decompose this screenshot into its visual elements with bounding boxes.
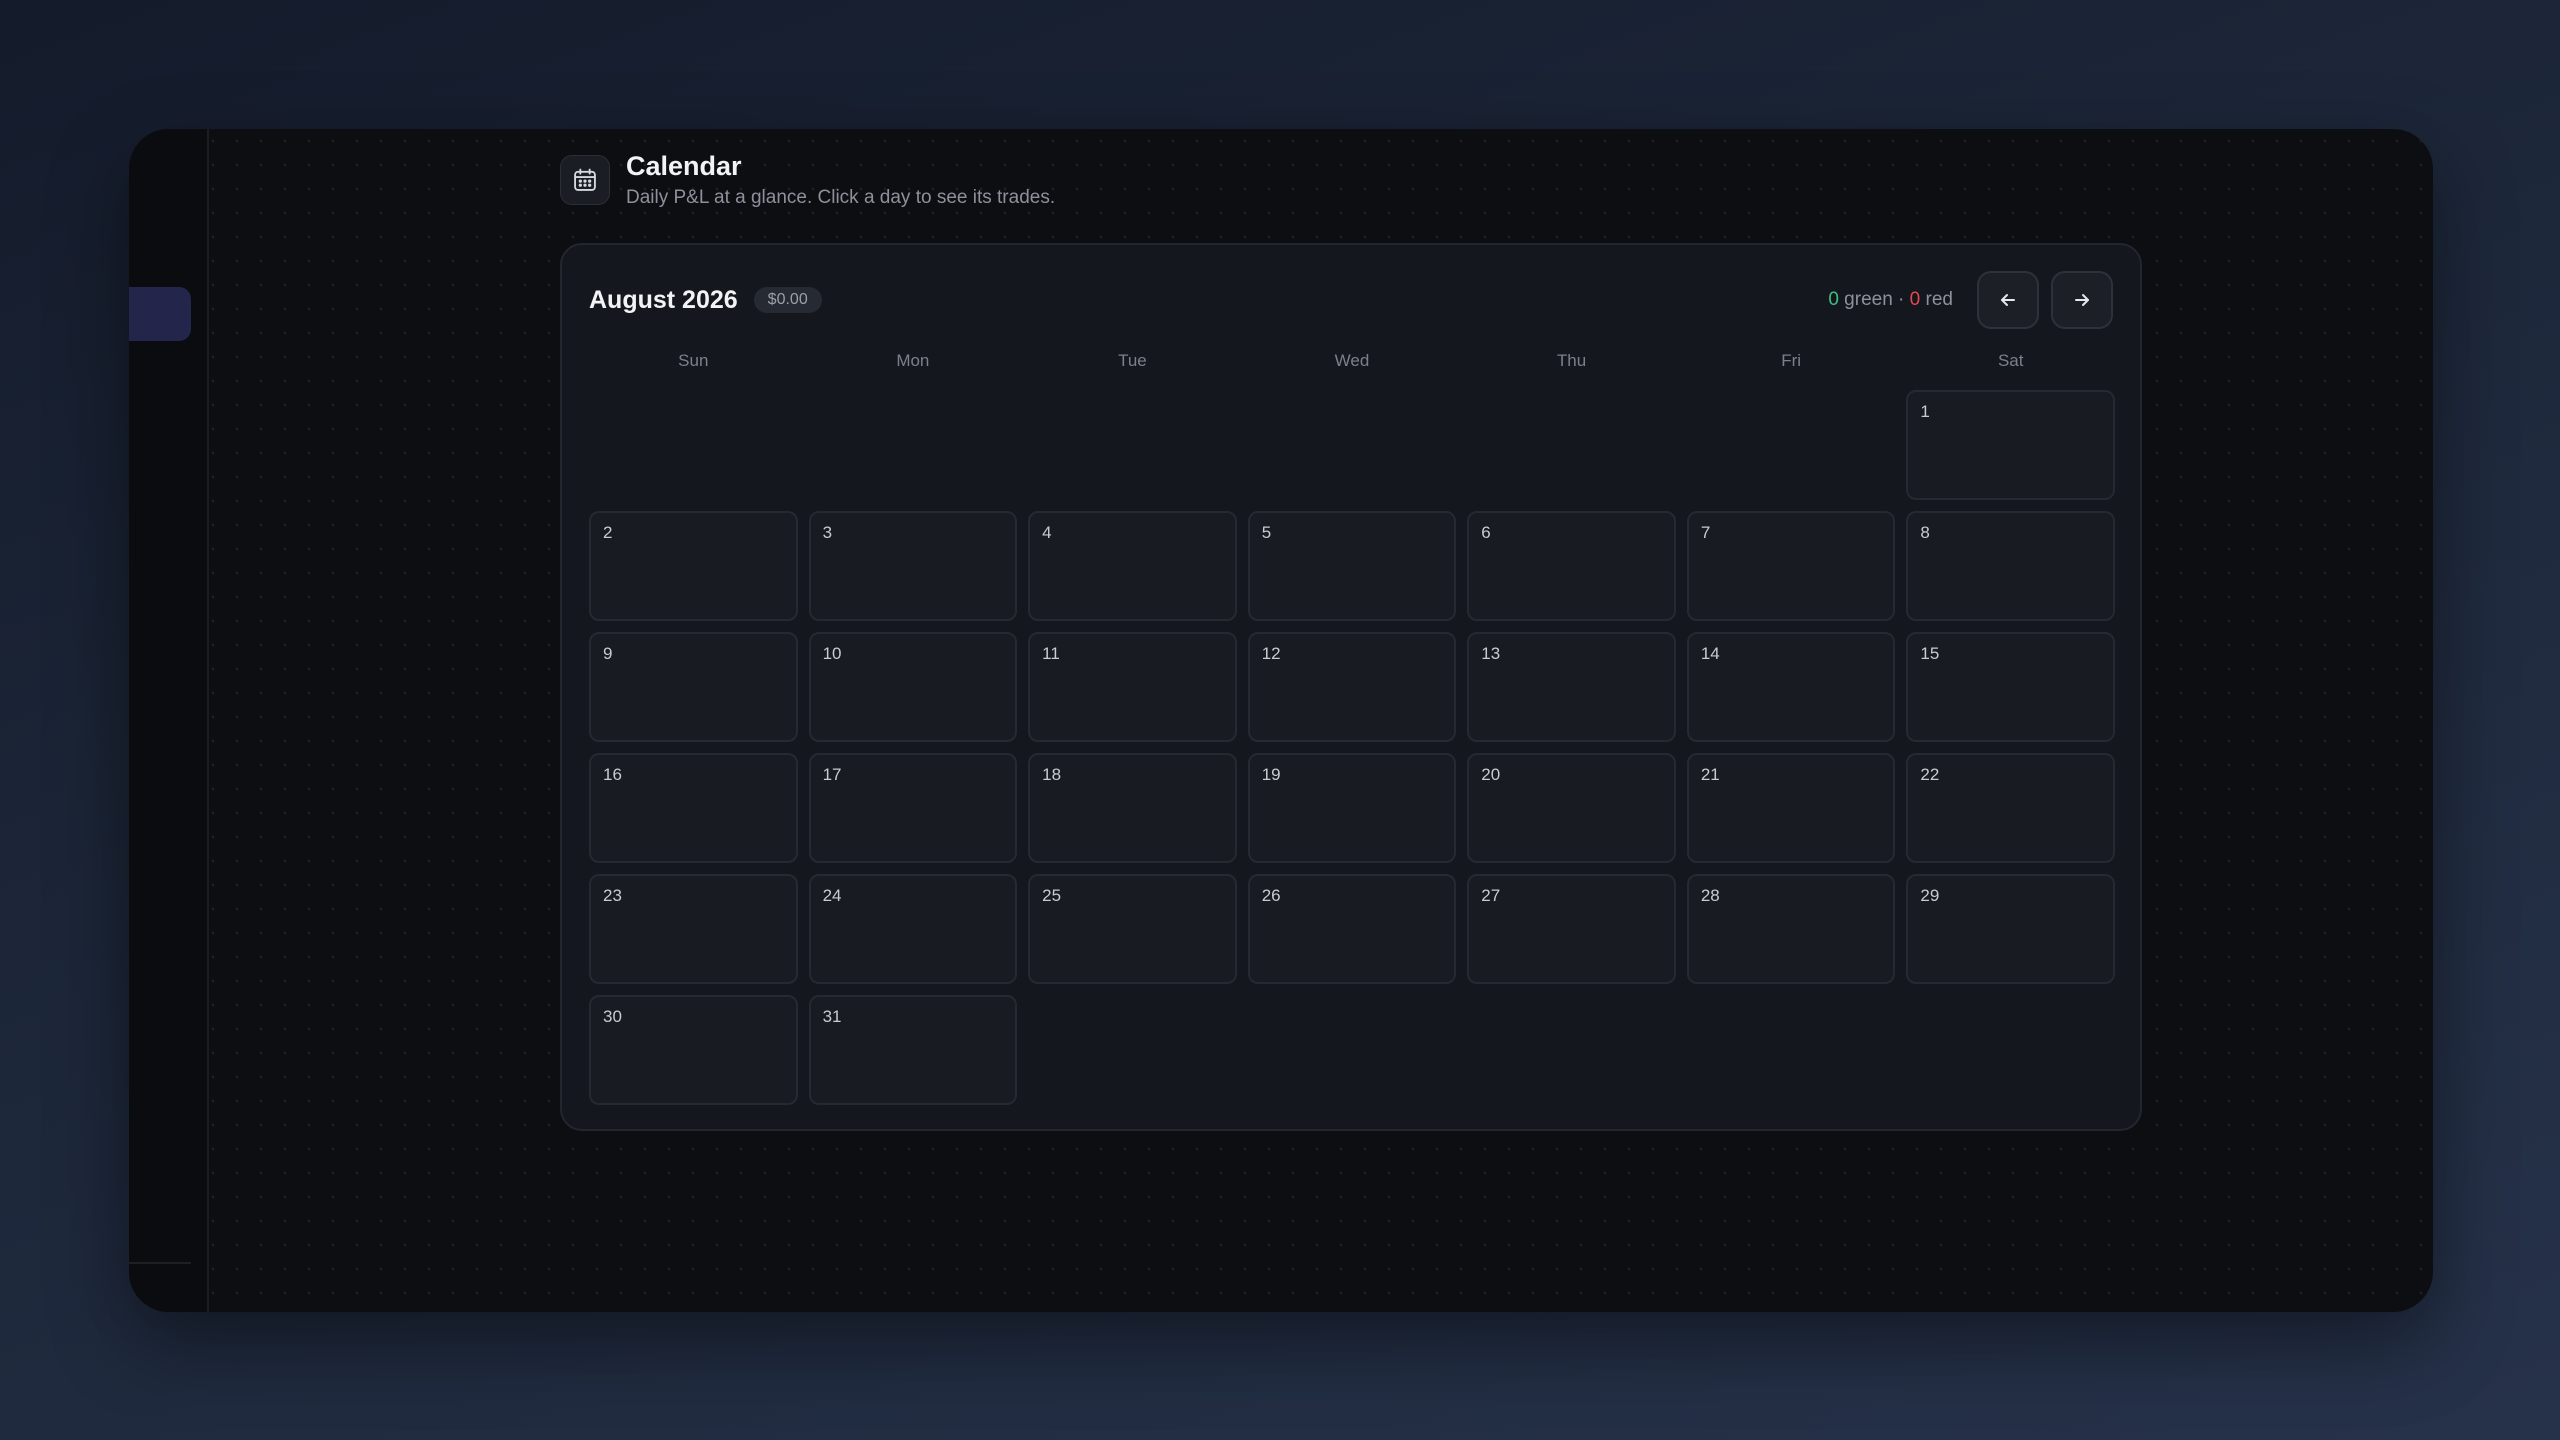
weekday-label: Mon — [896, 351, 930, 370]
calendar-grid: 1 2 3 4 5 6 7 8 9 10 11 12 13 14 15 16 17 18 19 20 21 22 23 24 2… — [589, 390, 2115, 1105]
day-number: 7 — [1700, 523, 1711, 542]
day-cell[interactable]: 5 — [1247, 511, 1457, 621]
weekday-label: Fri — [1781, 351, 1802, 370]
weekday-label: Sat — [1997, 351, 2024, 370]
day-number: 18 — [1042, 765, 1062, 784]
day-number: 27 — [1481, 886, 1501, 905]
day-number: 22 — [1920, 765, 1940, 784]
sidebar — [129, 129, 209, 1312]
day-cell[interactable]: 3 — [808, 511, 1018, 621]
day-cell[interactable]: 6 — [1467, 511, 1676, 621]
day-number: 31 — [822, 1007, 842, 1026]
month-total-badge: $0.00 — [753, 287, 822, 313]
red-count: 0 — [1909, 289, 1921, 310]
day-number: 17 — [822, 765, 842, 784]
weekday-header-row: Sun Mon Tue Wed Thu Fri Sat — [589, 351, 2115, 371]
sidebar-active-item[interactable] — [129, 287, 191, 341]
next-month-button[interactable] — [2051, 271, 2113, 329]
calendar-icon — [560, 155, 610, 205]
day-cell[interactable]: 21 — [1686, 753, 1896, 863]
page-title: Calendar — [626, 151, 742, 181]
day-number: 25 — [1042, 886, 1062, 905]
day-number: 14 — [1700, 644, 1720, 663]
day-cell[interactable]: 13 — [1467, 632, 1676, 742]
day-number: 3 — [822, 523, 833, 542]
day-cell[interactable]: 29 — [1906, 874, 2115, 984]
day-cell[interactable]: 4 — [1028, 511, 1237, 621]
day-number: 16 — [603, 765, 622, 784]
day-cell[interactable]: 28 — [1686, 874, 1896, 984]
day-number: 9 — [603, 644, 613, 663]
day-cell[interactable]: 30 — [589, 995, 798, 1105]
green-label: green · — [1838, 289, 1910, 310]
day-cell[interactable]: 8 — [1906, 511, 2115, 621]
green-count: 0 — [1828, 289, 1839, 310]
day-cell[interactable]: 20 — [1467, 753, 1676, 863]
day-number: 10 — [822, 644, 842, 663]
weekday-label: Thu — [1556, 351, 1587, 370]
app-window: Calendar Daily P&L at a glance. Click a … — [129, 129, 2433, 1312]
calendar-header: August 2026 $0.00 0 green · 0 red — [589, 271, 2113, 329]
day-number: 24 — [822, 886, 842, 905]
red-label: red — [1920, 289, 1953, 310]
day-number: 21 — [1700, 765, 1720, 784]
day-cell[interactable]: 18 — [1028, 753, 1237, 863]
day-cell[interactable]: 23 — [589, 874, 798, 984]
sidebar-divider — [129, 1262, 191, 1264]
day-cell[interactable]: 9 — [589, 632, 798, 742]
month-title: August 2026 — [589, 285, 738, 314]
day-cell[interactable]: 27 — [1467, 874, 1676, 984]
day-cell[interactable]: 10 — [808, 632, 1018, 742]
day-number: 5 — [1261, 523, 1272, 542]
day-cell[interactable]: 19 — [1247, 753, 1457, 863]
page-subtitle: Daily P&L at a glance. Click a day to se… — [626, 187, 1056, 208]
day-number: 29 — [1920, 886, 1940, 905]
day-cell[interactable]: 2 — [589, 511, 798, 621]
calendar-panel: August 2026 $0.00 0 green · 0 red Sun Mon… — [560, 243, 2142, 1131]
day-cell[interactable]: 24 — [808, 874, 1018, 984]
day-number: 4 — [1042, 523, 1052, 542]
day-number: 23 — [603, 886, 622, 905]
day-cell[interactable]: 26 — [1247, 874, 1457, 984]
day-number: 13 — [1481, 644, 1501, 663]
day-cell[interactable]: 25 — [1028, 874, 1237, 984]
day-cell[interactable]: 22 — [1906, 753, 2115, 863]
arrow-right-icon — [2075, 294, 2089, 306]
page-header: Calendar Daily P&L at a glance. Click a … — [560, 145, 1055, 215]
weekday-label: Sun — [678, 351, 709, 370]
day-cell[interactable]: 15 — [1906, 632, 2115, 742]
day-cell[interactable]: 7 — [1686, 511, 1896, 621]
day-cell[interactable]: 16 — [589, 753, 798, 863]
day-number: 30 — [603, 1007, 622, 1026]
day-cell[interactable]: 31 — [808, 995, 1018, 1105]
day-number: 19 — [1261, 765, 1281, 784]
weekday-label: Tue — [1118, 351, 1147, 370]
weekday-label: Wed — [1334, 351, 1370, 370]
day-cell[interactable]: 11 — [1028, 632, 1237, 742]
prev-month-button[interactable] — [1977, 271, 2039, 329]
day-number: 26 — [1261, 886, 1281, 905]
day-number: 1 — [1920, 402, 1930, 421]
arrow-left-icon — [2001, 294, 2015, 306]
day-summary: 0 green · 0 red — [1828, 289, 1953, 311]
day-number: 8 — [1920, 523, 1930, 542]
day-number: 11 — [1042, 644, 1060, 663]
day-number: 2 — [603, 523, 613, 542]
day-number: 20 — [1481, 765, 1501, 784]
day-cell[interactable]: 14 — [1686, 632, 1896, 742]
day-cell[interactable]: 12 — [1247, 632, 1457, 742]
day-number: 6 — [1481, 523, 1491, 542]
day-number: 28 — [1700, 886, 1720, 905]
day-cell[interactable]: 17 — [808, 753, 1018, 863]
day-number: 15 — [1920, 644, 1940, 663]
day-number: 12 — [1261, 644, 1281, 663]
day-cell[interactable]: 1 — [1906, 390, 2115, 500]
